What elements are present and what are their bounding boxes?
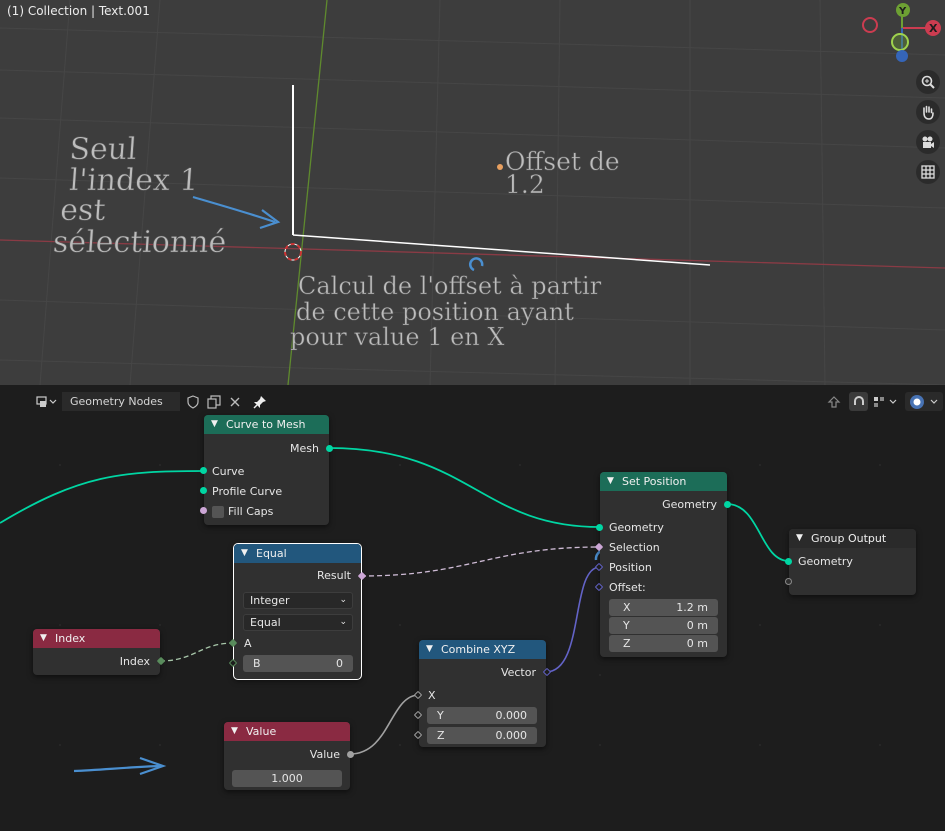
gizmo-z-icon[interactable] (896, 50, 908, 62)
gizmo-neg-y-icon[interactable] (891, 33, 909, 51)
input-socket[interactable] (596, 524, 603, 531)
node-curve-to-mesh[interactable]: ▼ Curve to Mesh Mesh Curve Profile Curve … (200, 415, 333, 525)
vertex-dot[interactable] (497, 164, 503, 170)
node-title: Set Position (622, 475, 687, 488)
viewport-text-left-1: Seul (68, 132, 138, 167)
wire-geometry-output (726, 503, 790, 562)
offset-z-field[interactable]: Z0 m (609, 635, 718, 652)
viewport-text-bottom-1: Calcul de l'offset à partir (298, 272, 602, 300)
3d-viewport[interactable]: Seul l'index 1 est sélectionné Offset de… (0, 0, 945, 385)
empty-input-socket[interactable] (785, 578, 792, 585)
input-socket[interactable] (785, 558, 792, 565)
overlay-icon[interactable] (905, 392, 943, 411)
duplicate-icon[interactable] (204, 392, 223, 411)
input-label: Curve (212, 465, 245, 478)
wire-index (159, 642, 235, 662)
snap-icon[interactable] (849, 392, 868, 411)
offset-y-field[interactable]: Y0 m (609, 617, 718, 634)
operation-dropdown[interactable]: Equal ⌄ (243, 614, 353, 631)
viewport-text-top-2: 1.2 (505, 170, 545, 199)
b-field[interactable]: B0 (243, 655, 353, 672)
input-label: Position (609, 561, 652, 574)
node-title: Group Output (811, 532, 887, 545)
node-title: Combine XYZ (441, 643, 516, 656)
node-set-position[interactable]: ▼ Set Position Geometry Geometry Selectio… (594, 472, 731, 657)
node-value[interactable]: ▼ Value Value 1.000 (224, 722, 354, 790)
viewport-title: (1) Collection | Text.001 (7, 4, 150, 18)
node-equal[interactable]: ▼ Equal Result Integer ⌄ Equal ⌄ A B0 (228, 543, 367, 680)
wire-selection (360, 546, 601, 577)
output-label: Mesh (290, 442, 319, 455)
parent-node-tree-icon[interactable] (824, 392, 843, 411)
node-tree-name[interactable]: Geometry Nodes (62, 392, 180, 411)
node-title: Index (55, 632, 86, 645)
annotation-circle-icon (469, 257, 484, 272)
node-combine-xyz[interactable]: ▼ Combine XYZ Vector X Y 0.000 Z 0.000 (413, 640, 552, 747)
node-title: Curve to Mesh (226, 418, 306, 431)
wire-value (349, 694, 420, 755)
output-socket[interactable] (347, 751, 354, 758)
viewport-text-bottom-3: pour value 1 en X (290, 323, 504, 351)
node-editor[interactable]: Geometry Nodes ▼ Curve to Mesh Mesh Curv… (0, 385, 945, 831)
input-label: Geometry (798, 555, 853, 568)
output-label: Geometry (662, 498, 717, 511)
data-type-dropdown[interactable]: Integer ⌄ (243, 592, 353, 609)
output-label: Value (309, 748, 340, 761)
viewport-scene: Seul l'index 1 est sélectionné Offset de… (0, 0, 945, 385)
input-label: Geometry (609, 521, 664, 534)
viewport-text-left-3: est (59, 193, 107, 228)
checkbox-label: Fill Caps (228, 505, 274, 518)
output-socket[interactable] (326, 445, 333, 452)
viewport-text-bottom-2: de cette position ayant (296, 298, 574, 326)
node-canvas (0, 447, 881, 776)
annotation-arrow-editor-icon (73, 764, 161, 773)
node-group-output[interactable]: ▼ Group Output Geometry (785, 529, 916, 595)
shield-icon[interactable] (183, 392, 202, 411)
fill-caps-checkbox[interactable] (212, 506, 224, 518)
pin-icon[interactable] (250, 392, 269, 411)
svg-text:Y: Y (898, 6, 907, 17)
editor-header: Geometry Nodes (0, 385, 945, 417)
zoom-icon[interactable] (916, 70, 940, 94)
y-field[interactable]: Y 0.000 (427, 707, 537, 724)
input-label: X (428, 689, 436, 702)
output-label: Vector (500, 666, 536, 679)
camera-icon[interactable] (916, 130, 940, 154)
wire-position (545, 566, 601, 673)
output-label: Result (317, 569, 351, 582)
snap-target-icon[interactable] (870, 392, 900, 411)
svg-text:X: X (929, 22, 938, 35)
editor-type-icon[interactable] (33, 392, 61, 411)
gizmo-neg-x-icon[interactable] (862, 17, 878, 33)
input-label: A (244, 637, 252, 650)
wire-mesh-geometry (328, 447, 601, 528)
viewport-text-left-4: sélectionné (52, 225, 228, 260)
z-field[interactable]: Z 0.000 (427, 727, 537, 744)
input-socket[interactable] (200, 467, 207, 474)
close-icon[interactable] (225, 392, 244, 411)
output-socket[interactable] (724, 501, 731, 508)
grid-icon[interactable] (916, 160, 940, 184)
offset-x-field[interactable]: X 1.2 m (609, 599, 718, 616)
value-field[interactable]: 1.000 (232, 770, 342, 787)
input-label: Profile Curve (212, 485, 283, 498)
input-label: Offset: (609, 581, 646, 594)
input-socket[interactable] (200, 507, 207, 514)
wire-curve (0, 470, 205, 524)
hand-icon[interactable] (916, 100, 940, 124)
node-title: Equal (256, 547, 287, 560)
node-title: Value (246, 725, 277, 738)
input-label: Selection (609, 541, 660, 554)
output-label: Index (119, 655, 150, 668)
node-index[interactable]: ▼ Index Index (33, 629, 166, 675)
input-socket[interactable] (200, 487, 207, 494)
